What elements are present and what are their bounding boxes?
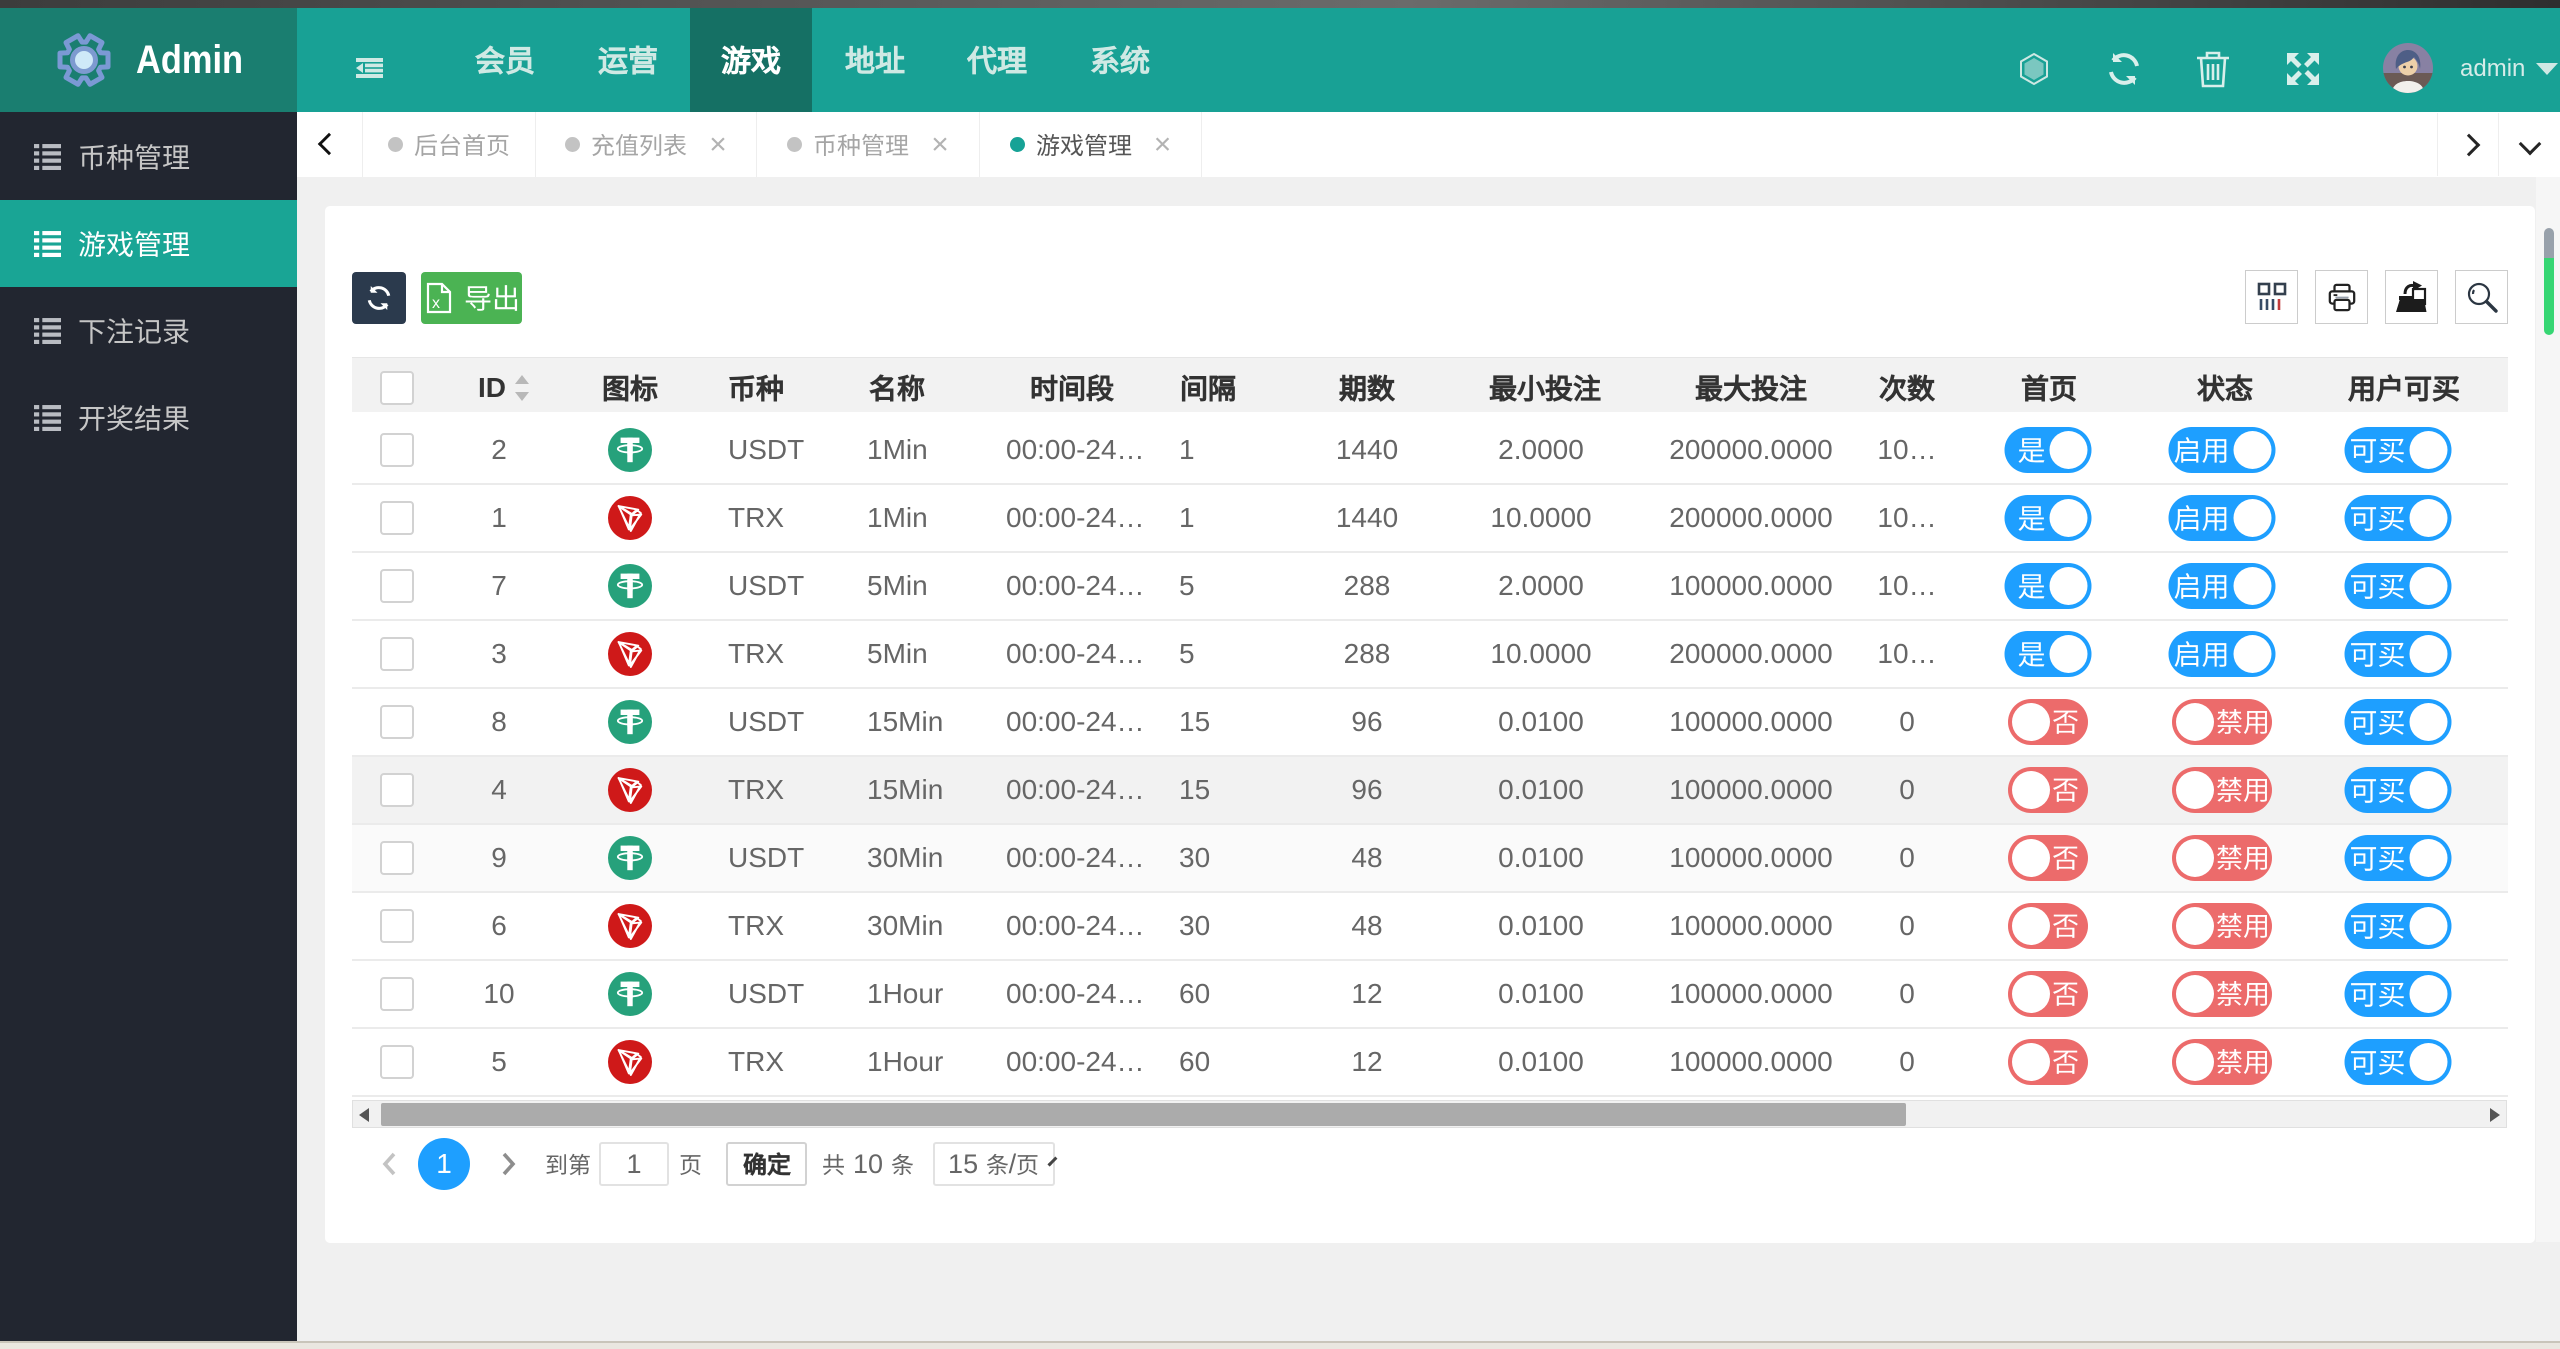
svg-text:x: x xyxy=(432,295,440,312)
